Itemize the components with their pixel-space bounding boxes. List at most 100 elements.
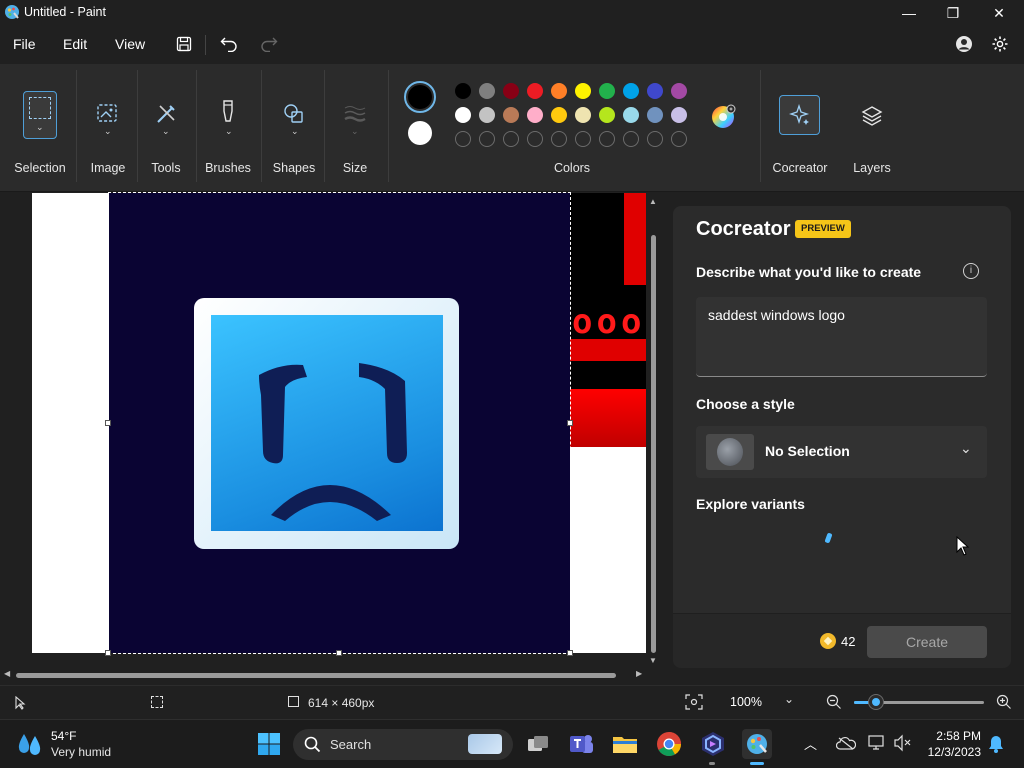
horizontal-scrollbar-thumb[interactable]	[16, 673, 616, 678]
weather-widget[interactable]	[16, 732, 46, 759]
zoom-dropdown[interactable]: 100% ⌄	[718, 690, 808, 716]
color-swatch[interactable]	[671, 107, 687, 123]
scroll-down-arrow-icon[interactable]: ▼	[649, 656, 657, 665]
paint-taskbar-button[interactable]	[742, 729, 772, 759]
mouse-cursor-icon	[956, 535, 970, 559]
selection-marquee[interactable]	[108, 192, 571, 654]
color-swatch[interactable]	[599, 83, 615, 99]
custom-color-slot[interactable]	[455, 131, 471, 147]
group-label-tools: Tools	[151, 161, 181, 175]
zoom-in-icon[interactable]	[996, 694, 1012, 713]
chrome-button[interactable]	[654, 729, 684, 759]
cocreator-button[interactable]	[779, 95, 820, 135]
chevron-down-icon: ⌄	[291, 126, 299, 136]
color-swatch[interactable]	[575, 83, 591, 99]
color-swatch[interactable]	[455, 83, 471, 99]
custom-color-slot[interactable]	[503, 131, 519, 147]
resize-handle[interactable]	[336, 650, 342, 656]
custom-color-slot[interactable]	[599, 131, 615, 147]
custom-color-slot[interactable]	[647, 131, 663, 147]
notification-bell-icon[interactable]	[988, 735, 1004, 756]
color-swatch[interactable]	[647, 107, 663, 123]
color-swatch[interactable]	[551, 83, 567, 99]
raindrop-icon	[18, 734, 41, 755]
color-wheel-icon	[712, 104, 736, 128]
onedrive-icon[interactable]	[835, 736, 857, 753]
custom-color-slot[interactable]	[551, 131, 567, 147]
color-swatch[interactable]	[671, 83, 687, 99]
start-button[interactable]	[254, 729, 284, 759]
zoom-slider-thumb[interactable]	[869, 695, 884, 709]
color-swatch[interactable]	[527, 107, 543, 123]
undo-icon[interactable]	[218, 33, 240, 55]
info-icon[interactable]: i	[963, 263, 979, 279]
edit-colors-button[interactable]	[710, 104, 736, 130]
color-swatch[interactable]	[623, 83, 639, 99]
menu-file[interactable]: File	[13, 36, 36, 52]
vertical-scrollbar-thumb[interactable]	[651, 235, 656, 653]
color-swatch[interactable]	[599, 107, 615, 123]
horizontal-scrollbar[interactable]: ◀ ▶	[4, 669, 646, 679]
scroll-right-arrow-icon[interactable]: ▶	[636, 669, 642, 678]
color-swatch[interactable]	[575, 107, 591, 123]
primary-color-button[interactable]	[404, 81, 436, 113]
sparkle-icon	[788, 104, 809, 125]
show-hidden-icons-chevron-icon[interactable]: ︿	[804, 734, 817, 753]
network-icon[interactable]	[867, 734, 887, 755]
resize-handle[interactable]	[105, 650, 111, 656]
prompt-textarea[interactable]: saddest windows logo	[696, 297, 987, 377]
color-swatch[interactable]	[551, 107, 567, 123]
file-explorer-button[interactable]	[610, 729, 640, 759]
menu-view[interactable]: View	[115, 36, 145, 52]
save-icon[interactable]	[173, 33, 195, 55]
clock-date[interactable]: 12/3/2023	[920, 745, 981, 759]
zoom-slider[interactable]	[854, 695, 984, 709]
settings-gear-icon[interactable]	[989, 33, 1011, 55]
color-swatch[interactable]	[623, 107, 639, 123]
resize-handle[interactable]	[567, 650, 573, 656]
scroll-left-arrow-icon[interactable]: ◀	[4, 669, 10, 678]
resize-handle[interactable]	[105, 420, 111, 426]
account-icon[interactable]	[953, 33, 975, 55]
ribbon-divider	[196, 70, 197, 182]
layers-button[interactable]	[856, 96, 888, 136]
ribbon-divider	[261, 70, 262, 182]
secondary-color-button[interactable]	[408, 121, 432, 145]
selection-tool-button[interactable]: ⌄	[23, 91, 57, 139]
fit-to-window-icon[interactable]	[685, 694, 703, 713]
custom-color-slot[interactable]	[527, 131, 543, 147]
color-swatch[interactable]	[503, 83, 519, 99]
windows-logo-icon	[258, 733, 280, 755]
zoom-out-icon[interactable]	[826, 694, 842, 713]
maximize-button[interactable]: ❐	[930, 0, 976, 26]
create-button[interactable]: Create	[867, 626, 987, 658]
canvas-size-icon	[288, 696, 299, 707]
volume-muted-icon[interactable]	[893, 734, 913, 755]
dev-app-button[interactable]	[698, 729, 728, 759]
resize-handle[interactable]	[567, 420, 573, 426]
menu-edit[interactable]: Edit	[63, 36, 87, 52]
close-button[interactable]: ✕	[976, 0, 1022, 26]
custom-color-slot[interactable]	[575, 131, 591, 147]
vertical-scrollbar[interactable]: ▲ ▼	[649, 193, 658, 668]
color-swatch[interactable]	[647, 83, 663, 99]
scroll-up-arrow-icon[interactable]: ▲	[649, 197, 657, 206]
task-view-button[interactable]	[523, 729, 553, 759]
minimize-button[interactable]: —	[886, 0, 932, 26]
custom-color-slot[interactable]	[479, 131, 495, 147]
clock-time[interactable]: 2:58 PM	[925, 729, 981, 743]
color-swatch[interactable]	[479, 83, 495, 99]
color-swatch[interactable]	[527, 83, 543, 99]
color-swatch[interactable]	[455, 107, 471, 123]
color-swatch[interactable]	[479, 107, 495, 123]
color-swatch[interactable]	[503, 107, 519, 123]
redo-icon[interactable]	[258, 33, 280, 55]
ribbon-divider	[388, 70, 389, 182]
custom-color-slot[interactable]	[623, 131, 639, 147]
hexagon-app-icon	[702, 732, 724, 756]
style-dropdown[interactable]: No Selection ⌄	[696, 426, 987, 478]
ribbon-divider	[76, 70, 77, 182]
taskbar-search-box[interactable]: Search	[293, 729, 513, 760]
custom-color-slot[interactable]	[671, 131, 687, 147]
teams-button[interactable]	[566, 729, 596, 759]
